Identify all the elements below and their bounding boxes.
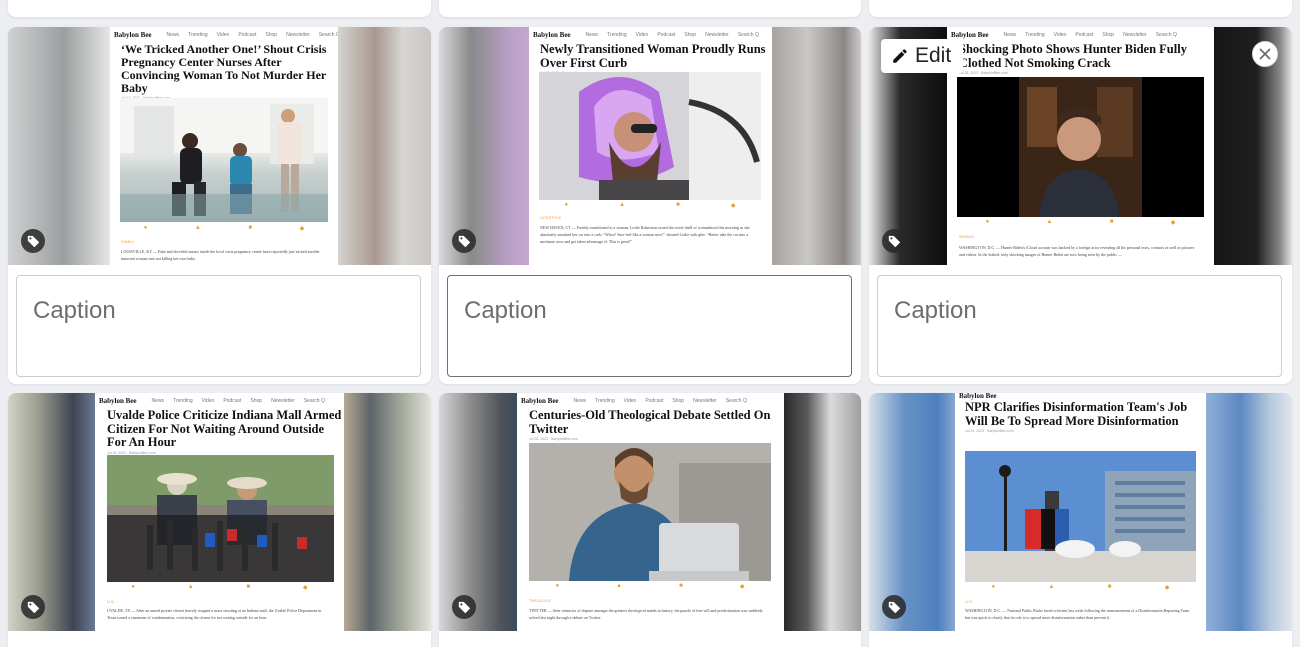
article-category: U.S. [965,599,973,604]
share-bar: ● ▲ ■ ◆ [991,584,1170,591]
tag-icon[interactable] [882,229,906,253]
post-card: Babylon Bee News Trending Video Podcast Shop… [8,393,431,647]
article-headline: Uvalde Police Criticize Indiana Mall Arm… [107,408,342,449]
article-photo [957,77,1204,217]
article-headline: ‘We Tricked Another One!’ Shout Crisis P… [121,42,327,95]
site-nav: Babylon Bee [959,393,997,400]
caption-input[interactable]: Caption [447,275,852,377]
article-photo [965,451,1196,582]
site-nav: Babylon Bee News Trending Video Podcast Shop… [533,31,759,39]
article-body: LOUISVILLE, KY — Fake and deceitful nurs… [121,249,320,261]
article-category: FAMILY [121,239,135,244]
article-headline: NPR Clarifies Disinformation Team's Job … [965,400,1188,428]
site-nav: Babylon Bee News Trending Video Podcast Shop… [99,397,325,405]
article-category: THEOLOGY [529,598,552,603]
share-bar: ● ▲ ■ ◆ [131,584,308,591]
article-screenshot: Babylon Bee News Trending Video Podcast Shop… [947,27,1214,265]
article-body: WASHINGTON, D.C. — National Public Radio… [965,608,1190,620]
article-photo [107,455,334,582]
article-headline: Shocking Photo Shows Hunter Biden Fully … [959,42,1187,70]
post-card: Babylon Bee NPR Clarifies Disinformation… [869,393,1292,647]
article-date: Jul 24, 2022 · BabylonBee.com [965,429,1014,433]
close-icon [1259,48,1271,60]
post-card-partial [869,0,1292,17]
post-card: Babylon Bee News Trending Video Podcast Shop… [439,393,861,647]
share-bar: ● ▲ ■ ◆ [985,219,1176,226]
edit-button[interactable]: Edit [881,39,963,73]
caption-input[interactable]: Caption [16,275,421,377]
post-image[interactable]: Babylon Bee News Trending Video Podcast Shop… [869,27,1292,265]
site-nav: Babylon Bee News Trending Video Podcast Shop… [951,31,1177,39]
tag-icon[interactable] [21,229,45,253]
article-category: LIFESTYLE [540,215,562,220]
article-screenshot: Babylon Bee News Trending Video Podcast Shop… [517,393,783,631]
article-body: WASHINGTON, D.C. — Hunter Biden's iCloud… [959,245,1195,257]
remove-button[interactable] [1252,41,1278,67]
article-screenshot: Babylon Bee News Trending Video Podcast Shop… [529,27,771,265]
article-body: TWITTER — After centuries of dispute amo… [529,608,763,620]
article-photo [539,72,761,200]
tag-icon[interactable] [452,229,476,253]
post-card: Babylon Bee News Trending Video Podcast Shop… [439,27,861,384]
caption-input[interactable]: Caption [877,275,1282,377]
edit-label: Edit [915,44,952,67]
tag-icon[interactable] [452,595,476,619]
tag-icon[interactable] [21,595,45,619]
post-image[interactable]: Babylon Bee News Trending Video Podcast Shop… [8,393,431,631]
article-body: NEW HAVEN, CT — Freshly transitioned to … [540,225,750,244]
article-screenshot: Babylon Bee News Trending Video Podcast Shop… [95,393,344,631]
tag-icon[interactable] [882,595,906,619]
article-headline: Centuries-Old Theological Debate Settled… [529,408,771,436]
article-photo [529,443,771,581]
post-image[interactable]: Babylon Bee News Trending Video Podcast Shop… [439,27,861,265]
post-image[interactable]: Babylon Bee News Trending Video Podcast Shop… [8,27,431,265]
post-card: Babylon Bee News Trending Video Podcast Shop… [8,27,431,384]
article-headline: Newly Transitioned Woman Proudly Runs Ov… [540,42,766,70]
share-bar: ● ▲ ■ ◆ [143,225,305,232]
post-card-partial [439,0,861,17]
site-nav: Babylon Bee News Trending Video Podcast Shop… [521,397,747,405]
pencil-icon [893,49,907,63]
post-card-partial [8,0,431,17]
post-image[interactable]: Babylon Bee News Trending Video Podcast Shop… [439,393,861,631]
article-category: U.S. [107,599,115,604]
share-bar: ● ▲ ■ ◆ [564,202,736,209]
site-nav: Babylon Bee News Trending Video Podcast Shop… [114,31,338,39]
article-body: UVALDE, TX — After an armed private citi… [107,608,322,620]
article-category: WORLD [959,234,974,239]
post-card: Babylon Bee News Trending Video Podcast Shop… [869,27,1292,384]
article-screenshot: Babylon Bee News Trending Video Podcast Shop… [110,27,338,265]
article-photo [120,98,328,222]
post-image[interactable]: Babylon Bee NPR Clarifies Disinformation… [869,393,1292,631]
top-row-remnant [0,0,1300,18]
article-screenshot: Babylon Bee NPR Clarifies Disinformation… [955,393,1206,631]
share-bar: ● ▲ ■ ◆ [555,583,745,590]
